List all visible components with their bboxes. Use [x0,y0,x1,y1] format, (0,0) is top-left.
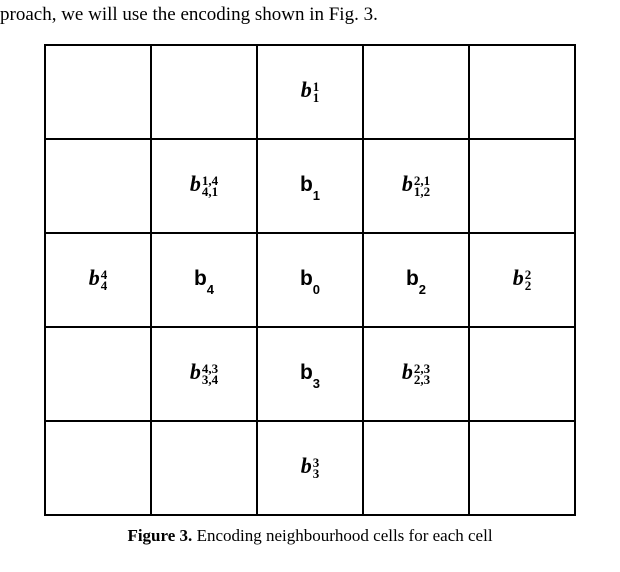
grid-cell [363,45,469,139]
grid-row: b33 [45,421,575,515]
cell-symbol: b11 [301,79,320,104]
encoding-grid: b11 b1,44,1 b1 b2,11,2 b44 b4 b0 b2 b22 b4,33,4 b3… [44,44,576,516]
cell-symbol: b1,44,1 [190,173,218,198]
cell-symbol: b0 [300,268,320,292]
grid-row: b44 b4 b0 b2 b22 [45,233,575,327]
grid-cell [45,139,151,233]
grid-cell: b11 [257,45,363,139]
grid-cell [45,45,151,139]
caption-label: Figure 3. [127,526,192,545]
grid-cell: b33 [257,421,363,515]
caption-text: Encoding neighbourhood cells for each ce… [192,526,492,545]
cell-symbol: b2,32,3 [402,361,430,386]
grid-cell: b44 [45,233,151,327]
grid-cell: b1,44,1 [151,139,257,233]
grid-row: b1,44,1 b1 b2,11,2 [45,139,575,233]
grid-cell: b0 [257,233,363,327]
grid-cell [469,421,575,515]
grid-cell: b22 [469,233,575,327]
grid-cell [469,139,575,233]
cell-symbol: b44 [89,267,108,292]
cell-symbol: b22 [513,267,532,292]
grid-cell: b2,11,2 [363,139,469,233]
grid-cell [469,45,575,139]
cell-symbol: b3 [300,362,320,386]
grid-cell: b1 [257,139,363,233]
grid-cell: b4 [151,233,257,327]
cell-symbol: b4 [194,268,214,292]
grid-cell: b2 [363,233,469,327]
cell-symbol: b4,33,4 [190,361,218,386]
grid-cell: b4,33,4 [151,327,257,421]
grid-cell: b2,32,3 [363,327,469,421]
cell-symbol: b2 [406,268,426,292]
grid-cell [45,327,151,421]
cell-symbol: b33 [301,455,320,480]
grid-cell [151,421,257,515]
grid-row: b4,33,4 b3 b2,32,3 [45,327,575,421]
grid-cell [45,421,151,515]
grid-cell [151,45,257,139]
figure-container: b11 b1,44,1 b1 b2,11,2 b44 b4 b0 b2 b22 b4,33,4 b3… [0,38,620,546]
grid-row: b11 [45,45,575,139]
grid-cell [469,327,575,421]
figure-caption: Figure 3. Encoding neighbourhood cells f… [127,526,492,546]
grid-cell: b3 [257,327,363,421]
cell-symbol: b2,11,2 [402,173,430,198]
cell-symbol: b1 [300,174,320,198]
intro-line: proach, we will use the encoding shown i… [0,0,620,38]
grid-cell [363,421,469,515]
